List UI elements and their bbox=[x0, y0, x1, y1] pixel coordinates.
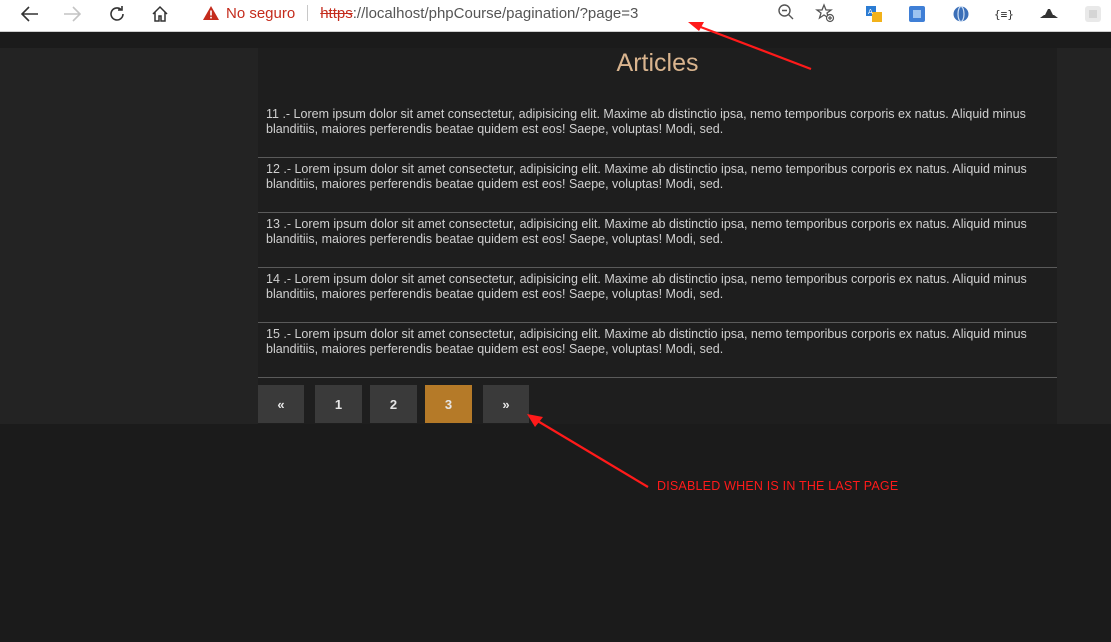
globe-icon bbox=[953, 5, 969, 23]
pagination-page-2[interactable]: 2 bbox=[370, 385, 417, 423]
zoom-out-button[interactable] bbox=[777, 3, 795, 25]
zoom-out-icon bbox=[778, 4, 794, 20]
svg-text:{≡}: {≡} bbox=[994, 8, 1014, 21]
hat-extension-button[interactable] bbox=[1037, 2, 1061, 26]
translate-extension-button[interactable]: A bbox=[862, 2, 886, 26]
article-item: 13 .- Lorem ipsum dolor sit amet consect… bbox=[258, 213, 1057, 268]
article-text: 14 .- Lorem ipsum dolor sit amet consect… bbox=[266, 272, 1027, 301]
globe-extension-button[interactable] bbox=[949, 2, 973, 26]
svg-text:A: A bbox=[868, 8, 873, 16]
annotation-label: DISABLED WHEN IS IN THE LAST PAGE bbox=[657, 479, 899, 493]
article-text: 15 .- Lorem ipsum dolor sit amet consect… bbox=[266, 327, 1027, 356]
add-favorite-button[interactable] bbox=[815, 3, 835, 27]
pagination-next-button[interactable]: » bbox=[483, 385, 529, 423]
security-label: No seguro bbox=[226, 4, 296, 22]
star-add-icon bbox=[815, 3, 835, 23]
pagination-page-1[interactable]: 1 bbox=[315, 385, 362, 423]
home-button[interactable] bbox=[144, 0, 176, 28]
next-annotation-arrow bbox=[535, 419, 649, 488]
articles-container: Articles 11 .- Lorem ipsum dolor sit ame… bbox=[258, 48, 1057, 424]
page-title-text: Articles bbox=[616, 49, 699, 77]
article-text: 12 .- Lorem ipsum dolor sit amet consect… bbox=[266, 162, 1027, 191]
url-text: ://localhost/phpCourse/pagination/?page=… bbox=[352, 4, 639, 22]
refresh-icon bbox=[110, 6, 124, 21]
article-text: 11 .- Lorem ipsum dolor sit amet consect… bbox=[266, 107, 1026, 136]
forward-arrow-icon bbox=[64, 6, 81, 22]
refresh-button[interactable] bbox=[101, 0, 133, 28]
browser-toolbar: No seguro https ://localhost/phpCourse/p… bbox=[0, 0, 1111, 32]
pagination-prev-button[interactable]: « bbox=[258, 385, 304, 423]
grid-icon bbox=[1085, 6, 1101, 22]
grid-extension-button[interactable] bbox=[1081, 2, 1105, 26]
address-bar[interactable]: No seguro https ://localhost/phpCourse/p… bbox=[190, 0, 845, 26]
article-text: 13 .- Lorem ipsum dolor sit amet consect… bbox=[266, 217, 1027, 246]
home-icon bbox=[152, 5, 168, 22]
pagination-page-3-current[interactable]: 3 bbox=[425, 385, 472, 423]
hat-icon bbox=[1040, 9, 1058, 18]
address-divider bbox=[307, 5, 309, 21]
dictionary-icon bbox=[909, 6, 925, 22]
back-button[interactable] bbox=[14, 0, 46, 28]
forward-button[interactable] bbox=[56, 0, 88, 28]
json-extension-button[interactable]: {≡} bbox=[993, 2, 1017, 26]
article-item: 11 .- Lorem ipsum dolor sit amet consect… bbox=[258, 103, 1057, 158]
warning-icon bbox=[203, 6, 219, 20]
translate-icon: A bbox=[866, 6, 882, 22]
json-braces-icon: {≡} bbox=[994, 8, 1014, 21]
page-title: Articles bbox=[258, 48, 1057, 78]
article-item: 14 .- Lorem ipsum dolor sit amet consect… bbox=[258, 268, 1057, 323]
url-protocol: https bbox=[320, 4, 353, 22]
back-arrow-icon bbox=[21, 6, 38, 22]
dictionary-extension-button[interactable] bbox=[905, 2, 929, 26]
article-item: 12 .- Lorem ipsum dolor sit amet consect… bbox=[258, 158, 1057, 213]
article-item: 15 .- Lorem ipsum dolor sit amet consect… bbox=[258, 323, 1057, 378]
